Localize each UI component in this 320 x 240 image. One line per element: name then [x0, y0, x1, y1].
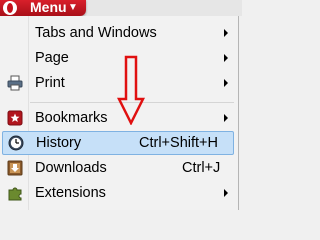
menu-item-label: Print: [35, 75, 65, 91]
puzzle-icon: [8, 187, 22, 201]
menu-item-extensions[interactable]: Extensions: [2, 181, 234, 205]
menu-item-shortcut: Ctrl+J: [182, 160, 221, 176]
submenu-arrow-icon: [224, 29, 228, 37]
submenu-arrow-icon: [224, 189, 228, 197]
down-arrow-annotation-icon: [117, 55, 145, 125]
menu-item-label: Downloads: [35, 160, 107, 176]
opera-menu-button[interactable]: Menu ▼: [0, 0, 86, 16]
menu-item-label: Tabs and Windows: [35, 25, 157, 41]
menu-item-label: History: [36, 135, 82, 151]
menu-item-history[interactable]: History Ctrl+Shift+H: [2, 131, 234, 155]
submenu-arrow-icon: [224, 54, 228, 62]
menu-button-label: Menu: [30, 0, 67, 15]
submenu-arrow-icon: [224, 79, 228, 87]
printer-icon: [7, 75, 23, 91]
menu-item-label: Bookmarks: [35, 110, 108, 126]
menu-item-downloads[interactable]: Downloads Ctrl+J: [2, 156, 234, 180]
download-icon: [7, 160, 23, 176]
menu-item-shortcut: Ctrl+Shift+H: [139, 135, 218, 151]
chevron-down-icon: ▼: [68, 2, 78, 13]
menu-item-label: Page: [35, 50, 69, 66]
bookmark-icon: [7, 110, 23, 126]
menu-item-label: Extensions: [35, 185, 106, 201]
clock-icon: [8, 135, 24, 151]
submenu-arrow-icon: [224, 114, 228, 122]
menu-item-tabs-and-windows[interactable]: Tabs and Windows: [2, 21, 234, 45]
opera-logo-icon: [3, 1, 17, 15]
